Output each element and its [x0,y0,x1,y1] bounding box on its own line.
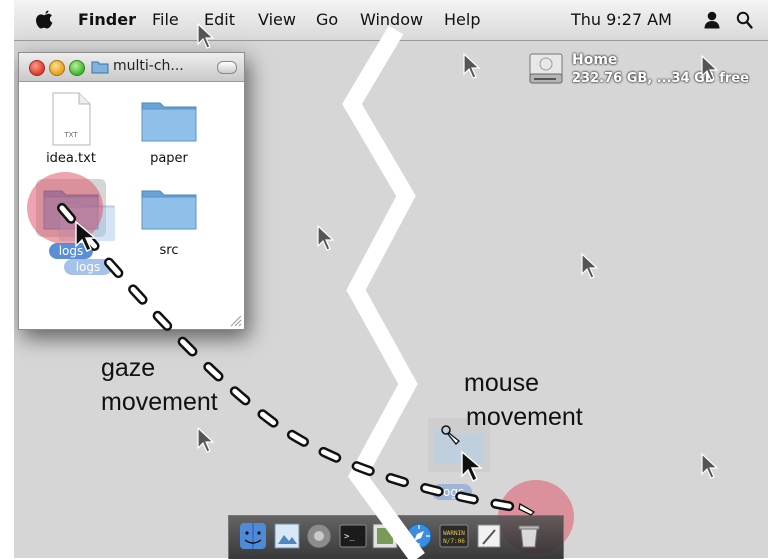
mouse-cursor-icon [701,54,719,81]
mouse-cursor-icon [701,452,719,479]
mouse-cursor-icon [197,426,215,453]
gaze-label-line2: movement [101,388,218,416]
pen-pointer-icon [518,502,536,516]
pen-pointer-icon [441,425,460,445]
mouse-cursor-icon [317,224,335,251]
mouse-cursor-icon [197,22,215,49]
zigzag-divider [342,25,425,559]
gaze-label-line1: gaze [101,354,156,382]
screenshot-scene: Finder File Edit View Go Window Help Thu… [0,0,768,559]
mouse-cursor-icon [581,252,599,279]
mouse-label-line2: movement [466,403,583,431]
left-margin [0,0,14,558]
mouse-label-line1: mouse [464,369,540,397]
annotation-overlay [57,22,719,559]
mouse-cursor-icon [463,52,481,79]
active-cursor-icon [461,450,483,482]
